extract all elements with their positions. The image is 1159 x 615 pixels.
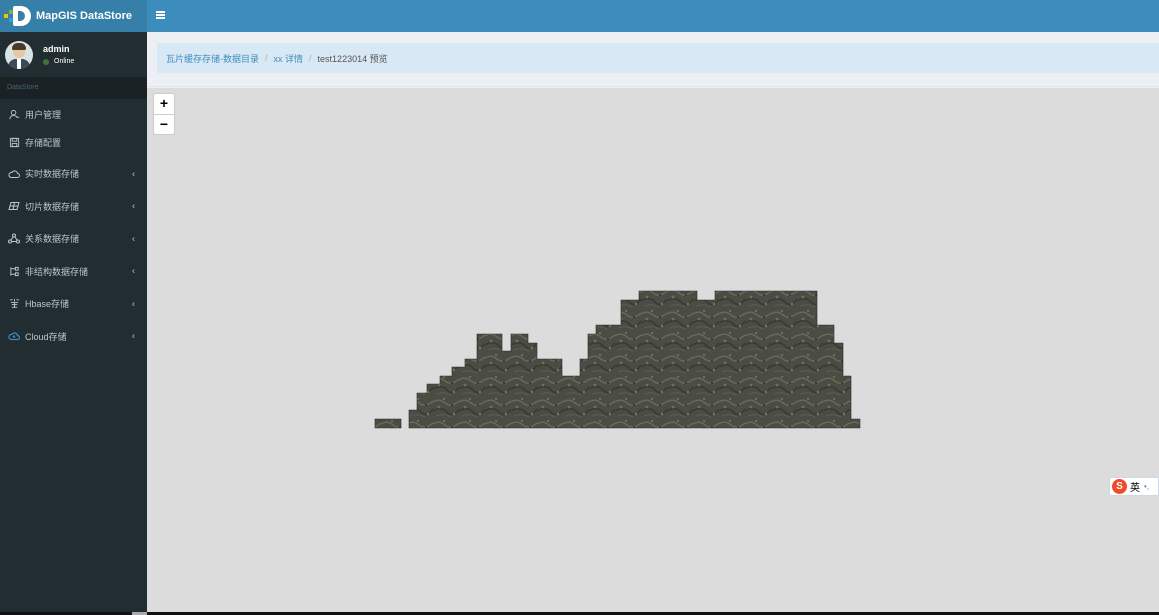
menu-toggle-icon[interactable]	[156, 11, 165, 19]
breadcrumb: 瓦片缓存存储-数据目录 / xx 详情 / test1223014 预览	[157, 43, 1159, 73]
save-icon	[8, 137, 20, 149]
user-panel: admin Online	[0, 32, 147, 77]
sidebar-item-relational-storage[interactable]: 关系数据存储 ‹	[0, 222, 147, 255]
breadcrumb-current: test1223014 预览	[317, 53, 388, 64]
sidebar-header: DataStore	[0, 77, 147, 99]
mapgis-logo-icon	[4, 6, 32, 26]
app-title: MapGIS DataStore	[36, 10, 132, 22]
chevron-left-icon: ‹	[132, 200, 135, 211]
app-logo[interactable]: MapGIS DataStore	[0, 0, 147, 32]
user-name: admin	[43, 44, 70, 54]
punctuation-icon: •,	[1144, 482, 1150, 491]
user-status-label: Online	[54, 58, 75, 65]
online-status-icon	[43, 58, 49, 65]
sidebar-item-cloud-storage[interactable]: Cloud存储 ‹	[0, 320, 147, 352]
sidebar-item-hbase-storage[interactable]: Hbase存储 ‹	[0, 287, 147, 320]
cloud-outline-icon	[8, 168, 20, 180]
sidebar-item-label: 实时数据存储	[25, 169, 80, 179]
sidebar-item-label: 存储配置	[25, 138, 62, 148]
sidebar-item-storage-config[interactable]: 存储配置	[0, 128, 147, 157]
chevron-left-icon: ‹	[132, 265, 135, 276]
sidebar-item-label: 非结构数据存储	[25, 266, 89, 277]
hbase-icon	[8, 298, 20, 310]
breadcrumb-link-tile-cache[interactable]: 瓦片缓存存储-数据目录	[166, 52, 259, 65]
breadcrumb-separator: /	[265, 53, 268, 63]
sidebar-item-label: 用户管理	[25, 109, 62, 120]
sidebar-item-label: 切片数据存储	[25, 201, 80, 212]
sidebar-item-user-management[interactable]: 用户管理	[0, 100, 147, 128]
breadcrumb-link-details[interactable]: xx 详情	[274, 52, 304, 65]
sidebar-item-unstructured-storage[interactable]: 非结构数据存储 ‹	[0, 255, 147, 287]
sidebar-item-label: Cloud存储	[25, 331, 67, 342]
chevron-left-icon: ‹	[132, 298, 135, 308]
network-icon	[8, 233, 20, 245]
breadcrumb-separator: /	[309, 53, 312, 63]
avatar	[5, 40, 33, 69]
sogou-logo-icon: S	[1112, 479, 1127, 494]
sidebar-item-tile-storage[interactable]: 切片数据存储 ‹	[0, 190, 147, 222]
cloud-icon	[8, 330, 20, 342]
sidebar: MapGIS DataStore admin Online DataStore …	[0, 0, 147, 615]
ime-language: 英	[1130, 483, 1140, 494]
sidebar-item-label: Hbase存储	[25, 299, 70, 309]
chevron-left-icon: ‹	[132, 168, 135, 178]
top-navbar	[147, 0, 1159, 32]
ime-toolbar[interactable]: S 英 •,	[1109, 477, 1159, 496]
sidebar-item-realtime-storage[interactable]: 实时数据存储 ‹	[0, 157, 147, 190]
divider	[147, 86, 1159, 87]
map-viewer[interactable]: + −	[147, 88, 1159, 613]
chevron-left-icon: ‹	[132, 233, 135, 243]
tiles-icon	[8, 200, 20, 212]
user-icon	[8, 108, 20, 120]
map-tile-layer	[374, 290, 861, 429]
map-tile-coverage	[374, 290, 861, 429]
user-status: Online	[43, 58, 74, 65]
file-structure-icon	[8, 265, 20, 277]
sidebar-item-label: 关系数据存储	[25, 234, 80, 244]
chevron-left-icon: ‹	[132, 330, 135, 341]
